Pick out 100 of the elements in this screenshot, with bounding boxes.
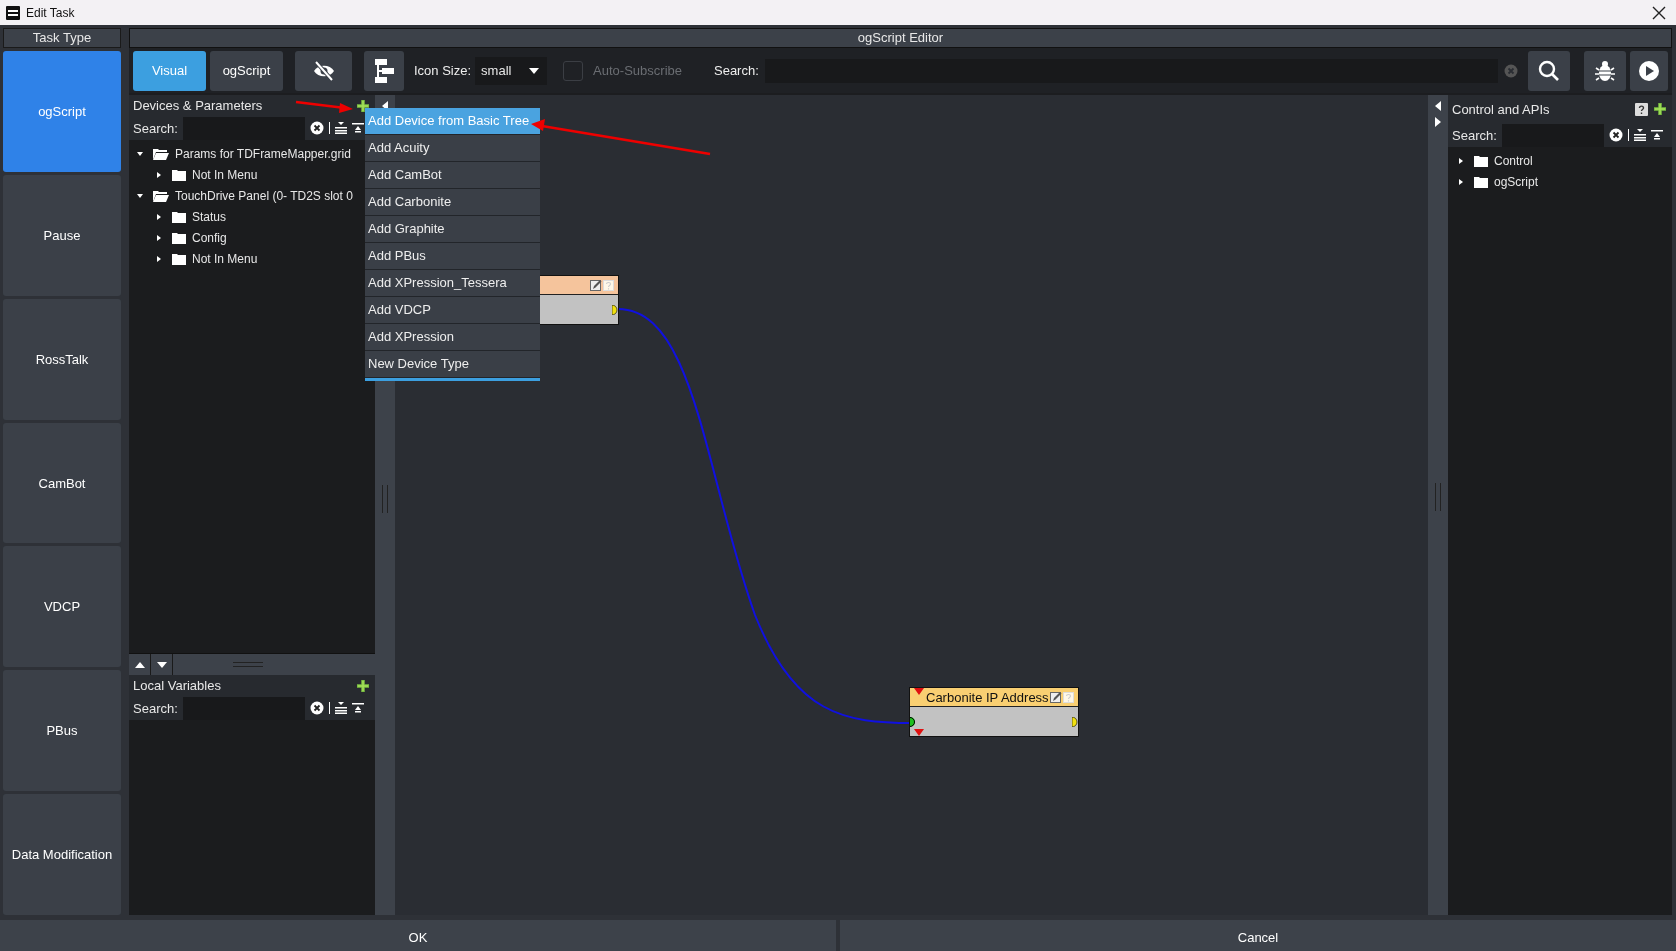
panel-title: Local Variables <box>133 678 221 693</box>
panel-header: Task Type <box>3 28 121 48</box>
node-card[interactable] <box>537 275 619 325</box>
open-folder-icon <box>153 189 169 202</box>
drag-handle-icon[interactable] <box>233 662 263 667</box>
add-icon[interactable] <box>357 679 369 692</box>
expand-all-icon[interactable] <box>334 122 347 134</box>
expand-arrow-icon[interactable] <box>1458 157 1464 164</box>
menu-item[interactable]: Add VDCP <box>365 297 540 324</box>
window-title: Edit Task <box>26 5 75 20</box>
dialog-button[interactable]: Cancel <box>840 920 1676 951</box>
collapse-arrow-icon[interactable] <box>137 192 143 199</box>
search-icon <box>1538 59 1560 82</box>
node-card[interactable]: Carbonite IP Address <box>909 687 1079 737</box>
clear-icon[interactable] <box>1608 128 1623 142</box>
annotation-arrow <box>295 100 353 113</box>
tree-item[interactable]: Status <box>192 209 227 224</box>
tree-item[interactable]: Not In Menu <box>192 167 258 182</box>
expand-all-icon[interactable] <box>334 702 347 714</box>
mode-tab[interactable]: ogScript <box>210 50 283 91</box>
icon-size-dropdown[interactable]: small <box>475 56 548 85</box>
task-type-button[interactable]: VDCP <box>3 546 121 668</box>
task-type-button[interactable]: ogScript <box>3 51 121 172</box>
tree-item[interactable]: Config <box>192 230 227 245</box>
auto-subscribe-label: Auto-Subscribe <box>593 63 682 78</box>
run-button[interactable] <box>1630 50 1668 91</box>
edit-icon[interactable] <box>590 279 602 291</box>
caret-icon <box>529 67 540 74</box>
search-label: Search: <box>133 120 178 136</box>
help-icon[interactable] <box>1635 102 1648 116</box>
menu-item[interactable]: Add Acuity <box>365 135 540 162</box>
search-button[interactable] <box>1528 50 1570 91</box>
folder-icon <box>172 168 186 181</box>
expand-right-icon[interactable] <box>1435 117 1441 127</box>
hide-button[interactable] <box>295 50 352 91</box>
tree-item[interactable]: Control <box>1494 153 1533 168</box>
open-folder-icon <box>153 147 169 160</box>
drag-handle-icon[interactable] <box>1435 483 1441 511</box>
folder-icon <box>172 252 186 265</box>
expand-arrow-icon[interactable] <box>156 171 162 178</box>
collapse-all-icon[interactable] <box>1650 129 1663 141</box>
tree-item[interactable]: Not In Menu <box>192 251 258 266</box>
folder-icon <box>172 231 186 244</box>
close-icon[interactable] <box>1652 5 1666 20</box>
drag-handle-icon[interactable] <box>382 485 388 513</box>
task-type-button[interactable]: PBus <box>3 670 121 792</box>
menu-item[interactable]: Add Carbonite <box>365 189 540 216</box>
expand-arrow-icon[interactable] <box>156 234 162 241</box>
search-label: Search: <box>714 63 759 78</box>
task-type-button[interactable]: RossTalk <box>3 298 121 420</box>
panel-title: Devices & Parameters <box>133 98 263 113</box>
folder-icon <box>1474 154 1488 167</box>
dialog-button[interactable]: OK <box>0 920 836 951</box>
flowchart-icon <box>373 57 395 84</box>
expand-arrow-icon[interactable] <box>156 213 162 220</box>
menu-item[interactable]: Add XPression <box>365 324 540 351</box>
tree-item[interactable]: ogScript <box>1494 174 1539 189</box>
folder-icon <box>172 210 186 223</box>
search-label: Search: <box>133 700 178 716</box>
menu-item[interactable]: Add Graphite <box>365 216 540 243</box>
icon-size-label: Icon Size: <box>414 63 472 78</box>
expand-arrow-icon[interactable] <box>156 255 162 262</box>
expand-arrow-icon[interactable] <box>1458 178 1464 185</box>
expand-all-icon[interactable] <box>1633 129 1646 141</box>
search-label: Search: <box>1452 127 1497 143</box>
task-type-button[interactable]: CamBot <box>3 422 121 544</box>
collapse-arrow-icon[interactable] <box>137 150 143 157</box>
eye-slash-icon <box>311 60 336 81</box>
menu-item[interactable]: Add XPression_Tessera <box>365 270 540 297</box>
task-type-button[interactable]: Pause <box>3 174 121 296</box>
menu-item[interactable]: New Device Type <box>365 351 540 378</box>
collapse-left-icon[interactable] <box>1435 101 1441 111</box>
add-icon[interactable] <box>357 99 369 112</box>
menu-item[interactable]: Add PBus <box>365 243 540 270</box>
flow-marker-icon <box>914 688 924 695</box>
app-logo-icon <box>6 5 20 20</box>
edit-icon[interactable] <box>1050 691 1062 703</box>
clear-icon[interactable] <box>309 701 324 715</box>
folder-icon <box>1474 175 1488 188</box>
tree-item[interactable]: Params for TDFrameMapper.grid <box>175 146 351 161</box>
add-icon[interactable] <box>1654 103 1666 115</box>
menu-item[interactable]: Add CamBot <box>365 162 540 189</box>
collapse-all-icon[interactable] <box>351 122 364 134</box>
bug-icon <box>1595 59 1615 82</box>
clear-icon[interactable] <box>309 121 324 135</box>
input-port-icon <box>910 717 918 727</box>
panel-title: Control and APIs <box>1452 101 1550 117</box>
collapse-all-icon[interactable] <box>351 702 364 714</box>
tree-item[interactable]: TouchDrive Panel (0- TD2S slot 0 <box>175 188 353 203</box>
up-arrow-icon <box>134 661 145 668</box>
down-arrow-icon <box>156 661 167 668</box>
output-port-icon <box>1072 717 1078 727</box>
flow-marker-icon <box>914 729 924 736</box>
node-title: Carbonite IP Address <box>926 689 1050 705</box>
layout-button[interactable] <box>364 50 404 91</box>
play-icon <box>1638 59 1660 82</box>
output-port-icon <box>612 305 618 315</box>
editor-title: ogScript Editor <box>129 28 1672 48</box>
debug-button[interactable] <box>1584 50 1626 91</box>
task-type-button[interactable]: Data Modification <box>3 794 121 915</box>
